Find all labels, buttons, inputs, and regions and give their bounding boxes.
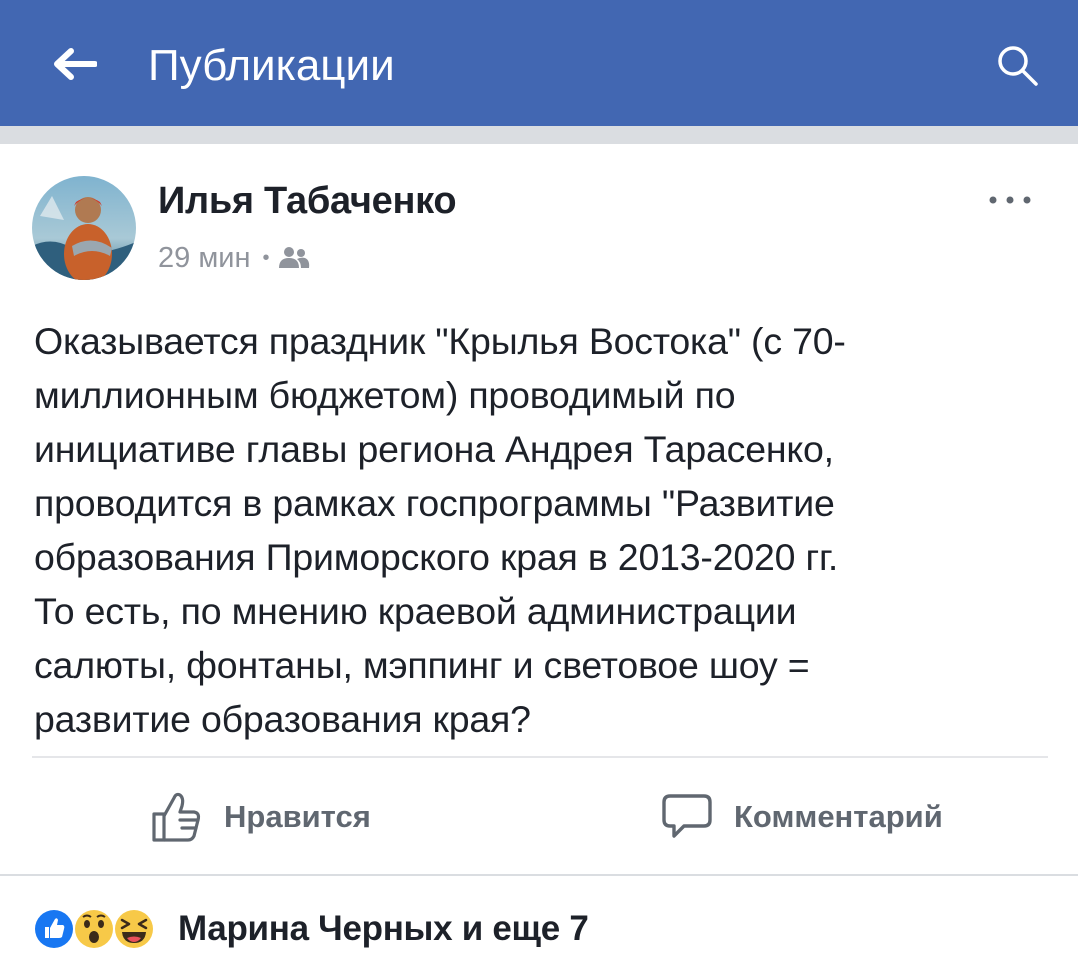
avatar[interactable] — [32, 176, 136, 280]
back-button[interactable] — [44, 34, 104, 94]
reactions-summary-text: Марина Черных и еще 7 — [178, 909, 589, 948]
like-button[interactable]: Нравится — [150, 784, 371, 850]
wow-reaction-icon — [73, 908, 115, 950]
like-reaction-icon — [33, 908, 75, 950]
search-icon — [998, 46, 1038, 86]
post-card: Илья Табаченко 29 мин • Оказывается праз… — [0, 144, 1078, 876]
author-name[interactable]: Илья Табаченко — [158, 180, 457, 223]
reaction-icons — [32, 904, 162, 954]
more-horizontal-icon — [989, 196, 1031, 204]
more-options-button[interactable] — [980, 180, 1040, 220]
page-title: Публикации — [148, 41, 395, 90]
post-divider — [32, 756, 1048, 758]
avatar-image — [32, 176, 136, 280]
friends-icon[interactable] — [277, 246, 311, 270]
comment-bubble-icon — [662, 794, 712, 838]
arrow-left-icon — [54, 48, 97, 80]
post-body-text: Оказывается праздник "Крылья Востока" (с… — [34, 320, 846, 740]
haha-reaction-icon — [113, 908, 155, 950]
comment-button[interactable]: Комментарий — [660, 784, 943, 850]
thumbs-up-icon — [152, 792, 201, 842]
reactions-summary[interactable]: Марина Черных и еще 7 — [32, 900, 589, 958]
meta-separator: • — [262, 246, 270, 269]
post-meta: 29 мин • — [158, 240, 311, 276]
search-button[interactable] — [988, 36, 1048, 96]
comment-label: Комментарий — [734, 799, 943, 834]
post-timestamp[interactable]: 29 мин — [158, 242, 250, 275]
header-separator — [0, 126, 1078, 144]
app-header: Публикации — [0, 0, 1078, 126]
reactions-separator — [0, 874, 1078, 876]
like-label: Нравится — [224, 799, 371, 834]
